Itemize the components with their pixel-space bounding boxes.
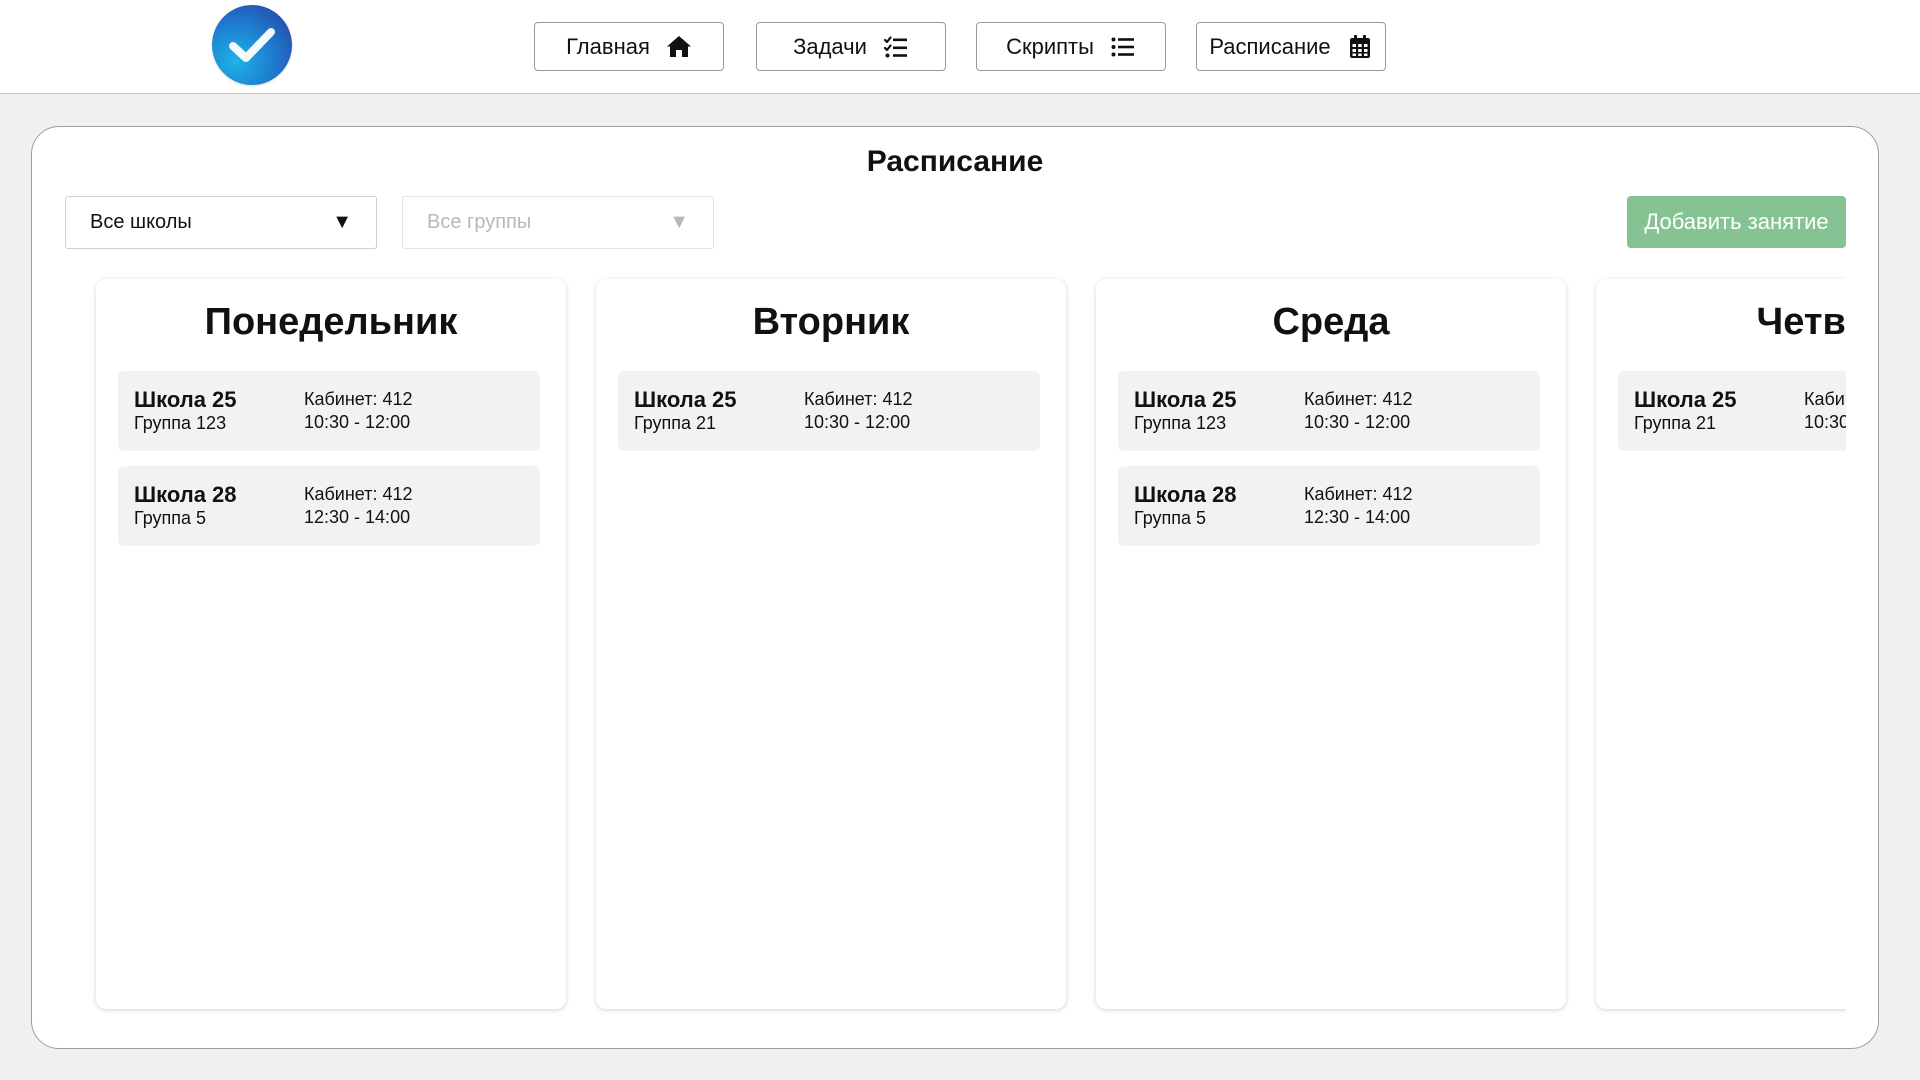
lesson-room: Кабинет: 412 <box>1304 389 1413 409</box>
nav-button-schedule[interactable]: Расписание <box>1196 22 1386 71</box>
lesson-time: 12:30 - 14:00 <box>304 507 411 527</box>
lesson-room: Кабинет: 412 <box>1304 484 1413 504</box>
list-icon <box>1111 37 1134 56</box>
lesson-school: Школа 25 <box>634 387 737 412</box>
lesson-card[interactable]: Школа 25 Группа 123 Кабинет: 412 10:30 -… <box>1118 371 1540 451</box>
day-title: Среда <box>1272 301 1390 343</box>
nav-label-tasks: Задачи <box>793 33 867 59</box>
nav-button-home[interactable]: Главная <box>534 22 724 71</box>
lesson-school: Школа 25 <box>134 387 237 412</box>
checkmark-icon <box>229 28 275 62</box>
page-title: Расписание <box>866 145 1044 178</box>
lesson-room: Кабинет: 412 <box>304 389 413 409</box>
lesson-school: Школа 28 <box>1134 482 1237 507</box>
lesson-card[interactable]: Школа 25 Группа 21 Кабинет: 412 10:30 - … <box>618 371 1040 451</box>
lesson-group: Группа 5 <box>1134 508 1207 528</box>
add-lesson-button[interactable]: Добавить занятие <box>1627 196 1846 248</box>
day-title: Четверг <box>1756 301 1847 343</box>
lesson-room: Кабинет: 412 <box>304 484 413 504</box>
nav-label-scripts: Скрипты <box>1006 33 1094 59</box>
days-scroll-container[interactable]: Понедельник Школа 25 Группа 123 Кабинет:… <box>32 275 1846 1020</box>
day-column-thursday: Четверг Школа 25 Группа 21 Кабинет: 412 … <box>1596 279 1846 1009</box>
lesson-group: Группа 123 <box>1134 413 1227 433</box>
schedule-panel: Расписание Все школы ▼ Все группы ▼ Доба… <box>31 126 1879 1049</box>
lesson-group: Группа 21 <box>1634 413 1717 433</box>
lesson-room: Кабинет: 412 <box>1804 389 1846 409</box>
chevron-down-icon: ▼ <box>669 211 689 233</box>
lesson-card[interactable]: Школа 25 Группа 123 Кабинет: 412 10:30 -… <box>118 371 540 451</box>
lesson-time: 10:30 - 12:00 <box>1304 412 1411 432</box>
day-title: Понедельник <box>204 301 458 343</box>
checkmark-logo-icon[interactable] <box>212 5 292 85</box>
lesson-group: Группа 123 <box>134 413 227 433</box>
lesson-time: 12:30 - 14:00 <box>1304 507 1411 527</box>
lesson-room: Кабинет: 412 <box>804 389 913 409</box>
day-column-wednesday: Среда Школа 25 Группа 123 Кабинет: 412 1… <box>1096 279 1566 1009</box>
group-filter-value: Все группы <box>427 211 532 233</box>
home-icon <box>666 35 691 57</box>
lesson-group: Группа 5 <box>134 508 207 528</box>
school-filter-value: Все школы <box>90 211 192 233</box>
nav-button-tasks[interactable]: Задачи <box>756 22 946 71</box>
day-column-tuesday: Вторник Школа 25 Группа 21 Кабинет: 412 … <box>596 279 1066 1009</box>
lesson-school: Школа 25 <box>1134 387 1237 412</box>
top-navbar: Главная Задачи Скрипты Расписание <box>0 0 1920 94</box>
day-column-monday: Понедельник Школа 25 Группа 123 Кабинет:… <box>96 279 566 1009</box>
group-filter-select[interactable]: Все группы ▼ <box>402 196 714 249</box>
lesson-card[interactable]: Школа 28 Группа 5 Кабинет: 412 12:30 - 1… <box>118 466 540 546</box>
school-filter-select[interactable]: Все школы ▼ <box>65 196 377 249</box>
nav-button-scripts[interactable]: Скрипты <box>976 22 1166 71</box>
lesson-card[interactable]: Школа 25 Группа 21 Кабинет: 412 10:30 - … <box>1618 371 1846 451</box>
lesson-group: Группа 21 <box>634 413 717 433</box>
day-title: Вторник <box>752 301 910 343</box>
lesson-time: 10:30 - 12:00 <box>804 412 911 432</box>
task-list-icon <box>883 35 907 57</box>
calendar-icon <box>1349 34 1370 58</box>
lesson-school: Школа 28 <box>134 482 237 507</box>
nav-label-home: Главная <box>566 33 650 59</box>
lesson-time: 10:30 - 12:00 <box>1804 412 1846 432</box>
lesson-school: Школа 25 <box>1634 387 1737 412</box>
lesson-card[interactable]: Школа 28 Группа 5 Кабинет: 412 12:30 - 1… <box>1118 466 1540 546</box>
lesson-time: 10:30 - 12:00 <box>304 412 411 432</box>
chevron-down-icon: ▼ <box>332 211 352 233</box>
nav-label-schedule: Расписание <box>1209 33 1331 59</box>
